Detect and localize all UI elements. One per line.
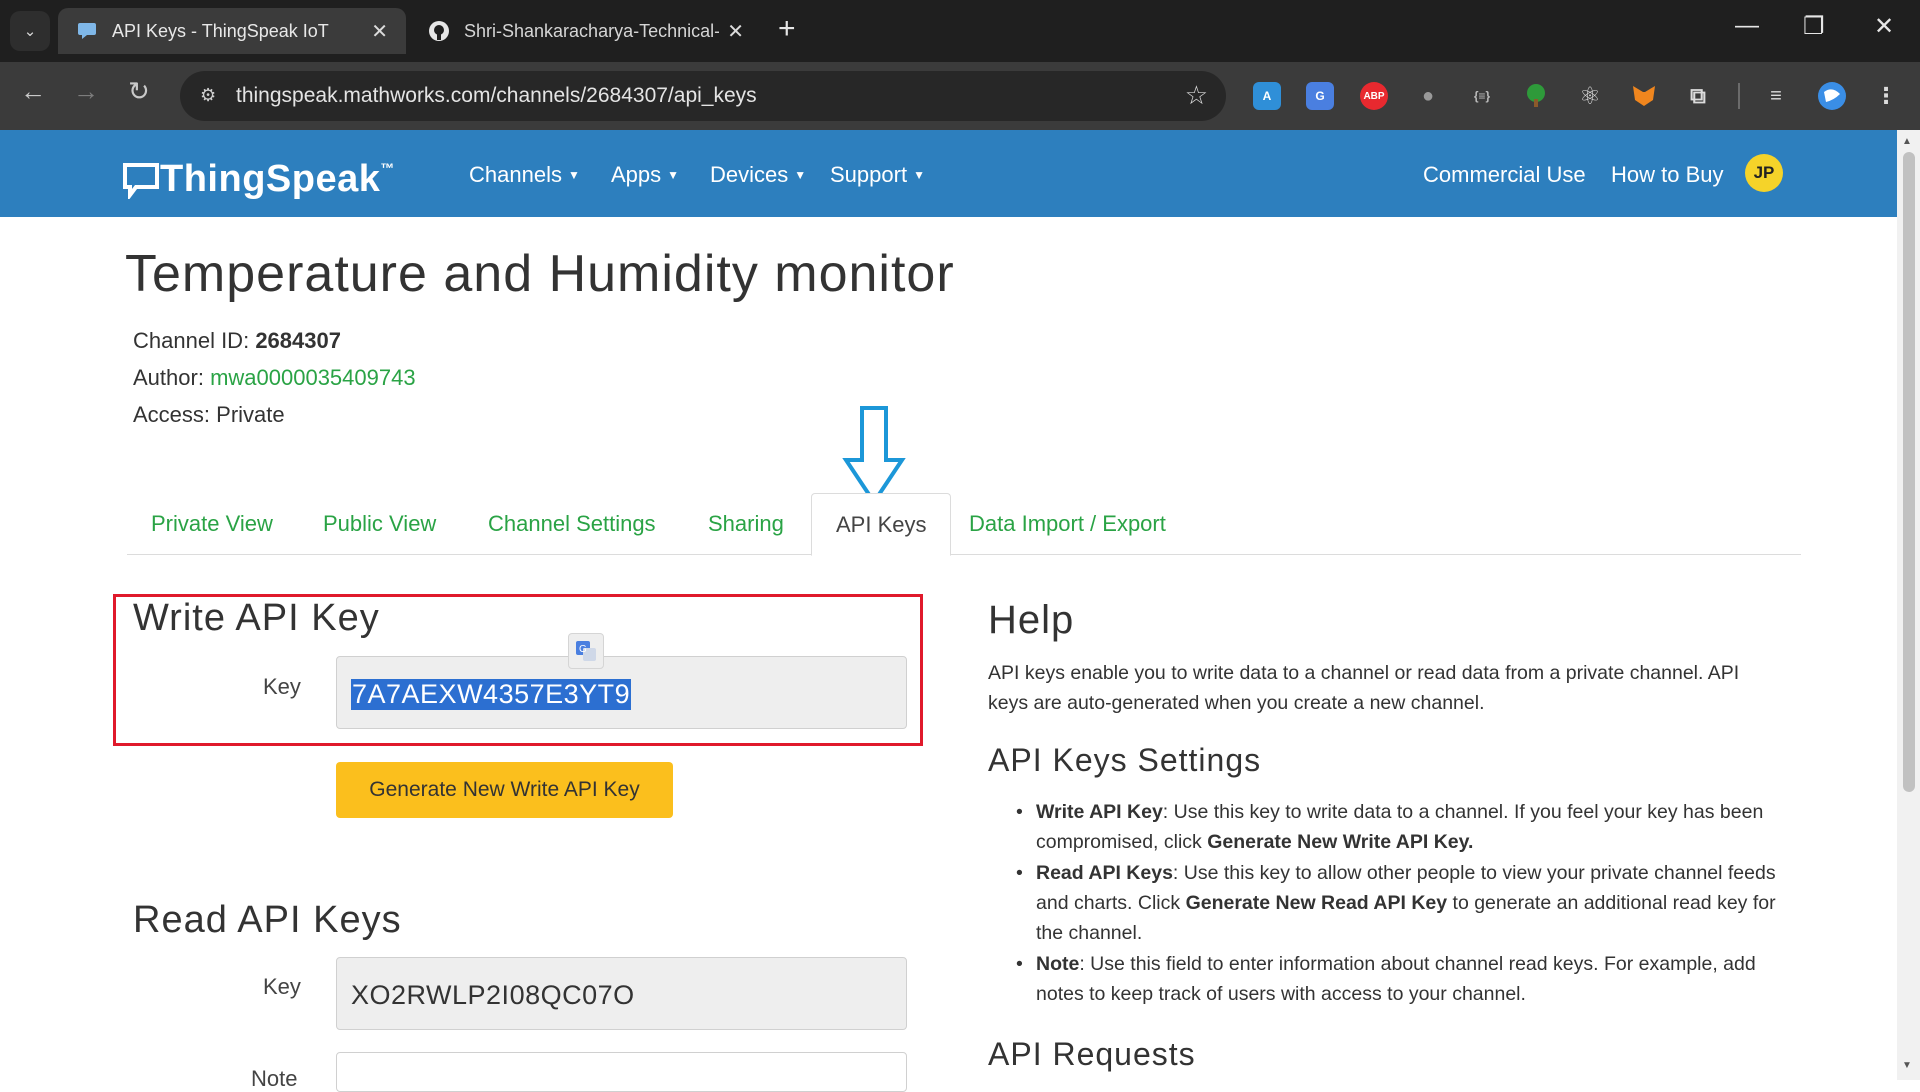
generate-write-key-button[interactable]: Generate New Write API Key bbox=[336, 762, 673, 818]
read-key-field[interactable]: XO2RWLP2I08QC07O bbox=[336, 957, 907, 1030]
svg-text:G: G bbox=[579, 644, 587, 655]
tab-api-keys[interactable]: API Keys bbox=[811, 493, 952, 556]
nav-how-to-buy[interactable]: How to Buy bbox=[1611, 162, 1724, 188]
forward-arrow-icon[interactable]: → bbox=[73, 76, 99, 107]
caret-down-icon: ▼ bbox=[913, 168, 925, 182]
read-api-keys-heading: Read API Keys bbox=[133, 899, 402, 941]
media-control-icon[interactable]: ≡ bbox=[1762, 82, 1790, 110]
channel-author: Author: mwa0000035409743 bbox=[133, 365, 416, 390]
caret-down-icon: ▼ bbox=[567, 168, 580, 182]
write-api-key-heading: Write API Key bbox=[133, 597, 380, 639]
tab-public-view[interactable]: Public View bbox=[323, 511, 436, 537]
address-bar[interactable]: ⚙ thingspeak.mathworks.com/channels/2684… bbox=[180, 71, 1226, 121]
tab-channel-settings[interactable]: Channel Settings bbox=[488, 511, 656, 537]
window-close-icon[interactable]: ✕ bbox=[1874, 12, 1894, 41]
trademark-symbol: ™ bbox=[380, 159, 395, 176]
bookmark-star-icon[interactable]: ☆ bbox=[1185, 80, 1208, 111]
note-field[interactable] bbox=[336, 1052, 907, 1092]
profile-avatar-icon[interactable] bbox=[1818, 82, 1846, 110]
google-translate-icon[interactable]: G bbox=[1306, 82, 1334, 110]
back-arrow-icon[interactable]: ← bbox=[20, 76, 46, 107]
reload-icon[interactable]: ↻ bbox=[128, 76, 150, 107]
channel-id: Channel ID: 2684307 bbox=[133, 328, 341, 353]
chevron-down-icon: ⌄ bbox=[23, 23, 37, 40]
caret-down-icon: ▼ bbox=[794, 168, 807, 182]
thingspeak-favicon-icon bbox=[76, 20, 98, 42]
channel-tabs: Private View Public View Channel Setting… bbox=[127, 493, 1801, 556]
help-intro: API keys enable you to write data to a c… bbox=[988, 662, 1740, 714]
help-heading: Help bbox=[988, 598, 1075, 642]
tab-sharing[interactable]: Sharing bbox=[708, 511, 784, 537]
nav-commercial-use[interactable]: Commercial Use bbox=[1423, 162, 1586, 188]
list-item: Note: Use this field to enter informatio… bbox=[1016, 949, 1776, 1009]
scroll-down-icon[interactable]: ▼ bbox=[1902, 1060, 1912, 1071]
browser-tab-strip: ⌄ API Keys - ThingSpeak IoT ✕ Shri-Shank… bbox=[0, 0, 1920, 62]
github-icon bbox=[428, 20, 450, 42]
adblock-plus-icon[interactable]: ABP bbox=[1360, 82, 1388, 110]
metamask-icon[interactable] bbox=[1630, 82, 1658, 110]
nav-apps[interactable]: Apps ▼ bbox=[611, 162, 679, 188]
new-tab-plus-icon[interactable]: + bbox=[778, 12, 796, 46]
scroll-up-icon[interactable]: ▲ bbox=[1902, 136, 1912, 147]
browser-toolbar: ← → ↻ ⚙ thingspeak.mathworks.com/channel… bbox=[0, 62, 1920, 130]
read-key-value[interactable]: XO2RWLP2I08QC07O bbox=[351, 980, 635, 1011]
minimize-icon[interactable]: — bbox=[1735, 12, 1759, 40]
write-key-value[interactable]: 7A7AEXW4357E3YT9 bbox=[351, 679, 632, 710]
extensions-puzzle-icon[interactable]: ⧉ bbox=[1684, 82, 1712, 110]
restore-icon[interactable]: ❐ bbox=[1803, 12, 1825, 41]
tab-data-import-export[interactable]: Data Import / Export bbox=[969, 511, 1166, 537]
site-navbar: ThingSpeak ™ Channels ▼ Apps ▼ Devices ▼ Su… bbox=[0, 130, 1897, 217]
tab-search-button[interactable]: ⌄ bbox=[10, 11, 50, 51]
toolbar-divider bbox=[1738, 83, 1740, 109]
close-icon[interactable]: ✕ bbox=[727, 19, 744, 44]
google-translate-popup-icon[interactable]: G bbox=[568, 633, 604, 669]
nav-support[interactable]: Support ▼ bbox=[830, 162, 925, 188]
list-item: Read API Keys: Use this key to allow oth… bbox=[1016, 858, 1776, 948]
logo-text: ThingSpeak bbox=[160, 158, 381, 200]
react-devtools-icon[interactable]: ⚛ bbox=[1576, 82, 1604, 110]
help-list: Write API Key: Use this key to write dat… bbox=[1016, 797, 1776, 1010]
json-viewer-icon[interactable]: {≡} bbox=[1468, 82, 1496, 110]
list-item: Write API Key: Use this key to write dat… bbox=[1016, 797, 1776, 857]
scrollbar-thumb[interactable] bbox=[1903, 152, 1915, 792]
close-icon[interactable]: ✕ bbox=[371, 19, 388, 44]
annotation-down-arrow-icon bbox=[842, 406, 906, 506]
more-menu-icon[interactable]: ⋮ bbox=[1872, 82, 1900, 110]
translate-a-icon[interactable]: A bbox=[1253, 82, 1281, 110]
read-key-label: Key bbox=[263, 974, 301, 999]
channel-access: Access: Private bbox=[133, 402, 285, 427]
thingspeak-logo[interactable]: ThingSpeak ™ bbox=[122, 158, 394, 201]
speech-bubble-icon bbox=[123, 162, 159, 199]
api-keys-settings-heading: API Keys Settings bbox=[988, 742, 1262, 778]
url-text[interactable]: thingspeak.mathworks.com/channels/268430… bbox=[236, 84, 757, 108]
author-link[interactable]: mwa0000035409743 bbox=[210, 365, 416, 390]
user-avatar[interactable]: JP bbox=[1745, 154, 1783, 192]
page-scrollbar[interactable]: ▲ ▼ bbox=[1897, 130, 1920, 1080]
tab-private-view[interactable]: Private View bbox=[151, 511, 273, 537]
browser-tab[interactable]: Shri-Shankaracharya-Technical- ✕ bbox=[416, 8, 756, 54]
nav-channels[interactable]: Channels ▼ bbox=[469, 162, 580, 188]
nav-devices[interactable]: Devices ▼ bbox=[710, 162, 806, 188]
api-requests-heading: API Requests bbox=[988, 1036, 1196, 1072]
page-title: Temperature and Humidity monitor bbox=[125, 245, 955, 303]
tab-title: Shri-Shankaracharya-Technical- bbox=[464, 20, 720, 41]
note-label: Note bbox=[251, 1066, 298, 1091]
write-key-field[interactable]: 7A7AEXW4357E3YT9 bbox=[336, 656, 907, 729]
caret-down-icon: ▼ bbox=[667, 168, 680, 182]
write-key-label: Key bbox=[263, 674, 301, 699]
extension-icon[interactable]: ● bbox=[1414, 82, 1442, 110]
tab-title: API Keys - ThingSpeak IoT bbox=[112, 20, 329, 41]
tree-icon[interactable] bbox=[1522, 82, 1550, 110]
site-info-icon[interactable]: ⚙ bbox=[200, 85, 216, 106]
browser-tab-active[interactable]: API Keys - ThingSpeak IoT ✕ bbox=[58, 8, 406, 54]
